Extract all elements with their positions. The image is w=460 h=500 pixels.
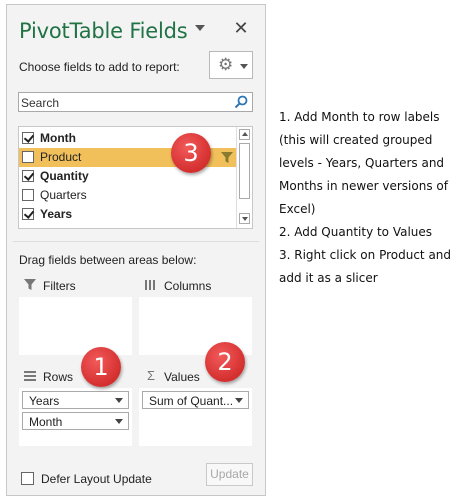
section-divider — [13, 241, 259, 242]
field-quarters[interactable]: Quarters — [19, 186, 237, 205]
chevron-down-icon[interactable] — [235, 398, 243, 403]
search-placeholder: Search — [21, 96, 60, 110]
chip-label: Sum of Quant... — [149, 394, 234, 408]
field-label: Quantity — [40, 169, 89, 183]
field-label: Years — [40, 207, 73, 221]
rows-item-month[interactable]: Month — [22, 412, 129, 430]
note-step-3: 3. Right click on Product and add it as … — [279, 248, 452, 285]
field-list-scrollbar[interactable] — [236, 127, 252, 228]
values-label: Values — [164, 370, 200, 384]
tools-button[interactable]: ⚙ — [209, 51, 253, 79]
search-input[interactable]: Search — [18, 92, 253, 112]
chip-label: Month — [29, 415, 63, 429]
field-label: Month — [40, 131, 76, 145]
choose-fields-label: Choose fields to add to report: — [19, 60, 180, 74]
pane-title: PivotTable Fields — [19, 19, 188, 43]
rows-label: Rows — [43, 370, 74, 384]
filters-drop-area[interactable] — [19, 297, 132, 355]
field-checkbox[interactable] — [22, 151, 34, 163]
columns-icon — [145, 280, 155, 290]
drag-fields-label: Drag fields between areas below: — [19, 253, 197, 267]
rows-drop-area[interactable]: Years Month — [19, 388, 132, 446]
instruction-notes: 1. Add Month to row labels (this will cr… — [279, 106, 457, 290]
funnel-icon — [24, 279, 36, 290]
values-item-sum-quantity[interactable]: Sum of Quant... — [142, 391, 249, 409]
field-checkbox[interactable] — [22, 208, 34, 220]
rows-icon — [24, 371, 36, 381]
field-checkbox[interactable] — [22, 189, 34, 201]
values-drop-area[interactable]: Sum of Quant... — [139, 388, 252, 446]
task-pane-options-chevron-icon[interactable] — [195, 25, 205, 31]
field-checkbox[interactable] — [22, 132, 34, 144]
sigma-icon: Σ — [146, 368, 156, 383]
chevron-down-icon[interactable] — [115, 398, 123, 403]
note-step-2: 2. Add Quantity to Values — [279, 225, 433, 239]
defer-checkbox[interactable] — [21, 472, 34, 485]
gear-icon: ⚙ — [218, 55, 234, 74]
step-2-badge: 2 — [205, 342, 245, 382]
update-button[interactable]: Update — [206, 463, 253, 486]
field-label: Product — [40, 150, 82, 164]
field-checkbox[interactable] — [22, 170, 34, 182]
field-label: Quarters — [40, 188, 87, 202]
columns-label: Columns — [164, 279, 212, 293]
scroll-up-icon[interactable] — [239, 129, 250, 140]
step-3-badge: 3 — [171, 133, 211, 173]
defer-label: Defer Layout Update — [41, 472, 152, 486]
chevron-down-icon — [240, 64, 248, 69]
field-years[interactable]: Years — [19, 205, 237, 224]
filters-area-header: Filters — [23, 278, 133, 296]
close-icon[interactable]: ✕ — [233, 18, 249, 38]
note-step-1: 1. Add Month to row labels (this will cr… — [279, 110, 448, 216]
field-list: Month Product Quantity Quarters Years — [18, 126, 253, 229]
pivottable-fields-pane: PivotTable Fields ✕ Choose fields to add… — [6, 4, 266, 496]
scroll-thumb[interactable] — [239, 143, 250, 199]
field-quantity[interactable]: Quantity — [19, 167, 237, 186]
filter-funnel-icon[interactable] — [221, 152, 233, 164]
step-1-badge: 1 — [81, 347, 121, 387]
chevron-down-icon[interactable] — [115, 419, 123, 424]
rows-item-years[interactable]: Years — [22, 391, 129, 409]
search-icon — [234, 95, 248, 109]
chip-label: Years — [29, 394, 60, 408]
filters-label: Filters — [43, 279, 76, 293]
scroll-down-icon[interactable] — [239, 213, 250, 224]
columns-area-header: Columns — [144, 278, 254, 296]
